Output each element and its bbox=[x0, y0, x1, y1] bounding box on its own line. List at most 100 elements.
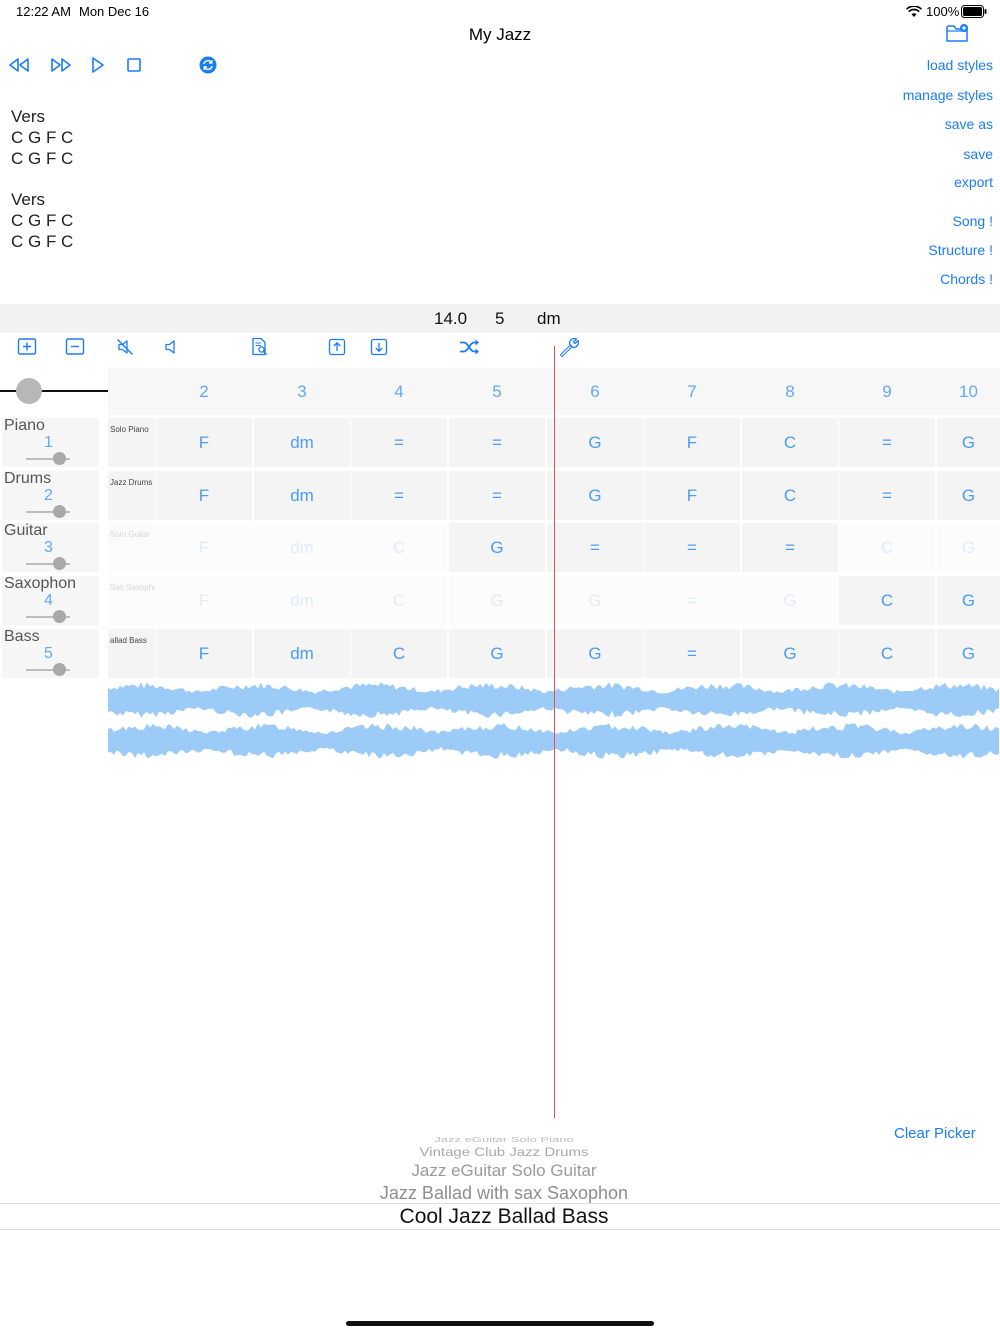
chord-cell[interactable]: = bbox=[644, 523, 740, 572]
bar-number-header[interactable]: 6 bbox=[547, 368, 643, 415]
chord-cell[interactable]: dm bbox=[254, 629, 350, 678]
chord-line: C G F C bbox=[11, 232, 74, 251]
bar-number-header[interactable]: 8 bbox=[742, 368, 838, 415]
chord-cell[interactable]: G bbox=[449, 576, 545, 625]
stop-button[interactable] bbox=[121, 52, 147, 78]
track-name: Piano bbox=[4, 417, 45, 434]
chord-cell[interactable]: G bbox=[742, 629, 838, 678]
zoom-slider[interactable] bbox=[0, 376, 108, 406]
chord-cell[interactable]: dm bbox=[254, 471, 350, 520]
download-button[interactable] bbox=[366, 334, 392, 360]
chord-cell[interactable]: G bbox=[547, 576, 643, 625]
add-button[interactable] bbox=[14, 334, 40, 360]
chord-cell[interactable]: G bbox=[742, 576, 838, 625]
chord-cell[interactable]: C bbox=[351, 629, 447, 678]
chord-cell[interactable]: = bbox=[742, 523, 838, 572]
chord-cell[interactable]: G bbox=[937, 576, 1000, 625]
bar-number-header[interactable]: 7 bbox=[644, 368, 740, 415]
bar-number-header[interactable]: 3 bbox=[254, 368, 350, 415]
loop-button[interactable] bbox=[195, 52, 221, 78]
chord-cell[interactable]: dm bbox=[254, 576, 350, 625]
folder-add-icon[interactable] bbox=[946, 24, 970, 48]
track-volume-thumb[interactable] bbox=[53, 663, 66, 676]
bar-number-header[interactable]: 4 bbox=[351, 368, 447, 415]
chord-cell[interactable]: G bbox=[547, 471, 643, 520]
chord-cell[interactable]: C bbox=[839, 576, 935, 625]
chord-cell[interactable]: G bbox=[937, 629, 1000, 678]
track-style-chord bbox=[108, 488, 112, 502]
chord-cell[interactable]: dm bbox=[254, 418, 350, 467]
wrench-icon bbox=[560, 337, 580, 357]
chord-cell[interactable]: = bbox=[449, 471, 545, 520]
picker-item-selected[interactable]: Cool Jazz Ballad Bass bbox=[0, 1205, 1000, 1229]
chord-cell[interactable]: = bbox=[351, 471, 447, 520]
settings-wrench-button[interactable] bbox=[557, 334, 583, 360]
remove-button[interactable] bbox=[62, 334, 88, 360]
chord-cell[interactable]: F bbox=[156, 418, 252, 467]
track-volume-thumb[interactable] bbox=[53, 505, 66, 518]
style-picker[interactable]: Jazz eGuitar Solo Piano Vintage Club Jaz… bbox=[0, 1130, 1000, 1240]
chord-cell[interactable]: = bbox=[839, 418, 935, 467]
fast-forward-button[interactable] bbox=[48, 52, 74, 78]
save-link[interactable]: save bbox=[963, 146, 993, 162]
chord-cell[interactable]: G bbox=[937, 523, 1000, 572]
add-square-icon bbox=[17, 338, 37, 355]
chord-cell[interactable]: C bbox=[839, 629, 935, 678]
song-text[interactable]: Vers C G F C C G F C Vers C G F C C G F … bbox=[11, 106, 73, 252]
chord-cell[interactable]: dm bbox=[254, 523, 350, 572]
export-link[interactable]: export bbox=[954, 174, 993, 190]
picker-item[interactable]: Jazz eGuitar Solo Guitar bbox=[0, 1161, 1000, 1181]
save-as-link[interactable]: save as bbox=[945, 116, 993, 132]
picker-item[interactable]: Jazz Ballad with sax Saxophon bbox=[0, 1183, 1000, 1204]
chord-cell[interactable]: G bbox=[937, 418, 1000, 467]
chord-cell[interactable]: G bbox=[547, 629, 643, 678]
chord-cell[interactable]: = bbox=[449, 418, 545, 467]
bar-number-header[interactable]: 9 bbox=[839, 368, 935, 415]
chords-link[interactable]: Chords ! bbox=[940, 271, 993, 287]
play-button[interactable] bbox=[85, 52, 111, 78]
shuffle-button[interactable] bbox=[457, 334, 483, 360]
manage-styles-link[interactable]: manage styles bbox=[903, 87, 993, 103]
track-volume-thumb[interactable] bbox=[53, 557, 66, 570]
song-link[interactable]: Song ! bbox=[953, 213, 993, 229]
chord-cell[interactable]: C bbox=[351, 576, 447, 625]
picker-item[interactable]: Jazz eGuitar Solo Piano bbox=[0, 1135, 1000, 1143]
chord-cell[interactable]: = bbox=[547, 523, 643, 572]
chord-cell[interactable]: C bbox=[351, 523, 447, 572]
rewind-button[interactable] bbox=[6, 52, 32, 78]
chord-cell[interactable]: = bbox=[839, 471, 935, 520]
playhead[interactable] bbox=[554, 346, 555, 1118]
chord-cell[interactable]: = bbox=[351, 418, 447, 467]
speaker-button[interactable] bbox=[158, 334, 184, 360]
structure-link[interactable]: Structure ! bbox=[928, 242, 993, 258]
speaker-icon bbox=[165, 340, 175, 354]
bar-number-header[interactable]: 10 bbox=[937, 368, 1000, 415]
chord-cell[interactable]: F bbox=[156, 576, 252, 625]
chord-cell[interactable]: F bbox=[156, 523, 252, 572]
chord-cell[interactable]: G bbox=[449, 523, 545, 572]
chord-cell[interactable]: G bbox=[547, 418, 643, 467]
track-volume-thumb[interactable] bbox=[53, 452, 66, 465]
chord-cell[interactable]: F bbox=[644, 471, 740, 520]
bar-number-header[interactable]: 2 bbox=[156, 368, 252, 415]
fast-forward-icon bbox=[51, 58, 71, 72]
zoom-slider-thumb[interactable] bbox=[16, 378, 42, 404]
track-volume-thumb[interactable] bbox=[53, 610, 66, 623]
chord-cell[interactable]: G bbox=[449, 629, 545, 678]
chord-cell[interactable]: F bbox=[156, 471, 252, 520]
chord-cell[interactable]: F bbox=[156, 629, 252, 678]
track-number: 2 bbox=[44, 487, 53, 504]
chord-cell[interactable]: G bbox=[937, 471, 1000, 520]
picker-item[interactable]: Vintage Club Jazz Drums bbox=[0, 1146, 1000, 1160]
chord-cell[interactable]: C bbox=[742, 471, 838, 520]
chord-cell[interactable]: C bbox=[839, 523, 935, 572]
chord-cell[interactable]: = bbox=[644, 576, 740, 625]
upload-button[interactable] bbox=[324, 334, 350, 360]
mute-button[interactable] bbox=[112, 334, 138, 360]
chord-cell[interactable]: = bbox=[644, 629, 740, 678]
chord-cell[interactable]: F bbox=[644, 418, 740, 467]
doc-search-button[interactable] bbox=[247, 334, 273, 360]
chord-cell[interactable]: C bbox=[742, 418, 838, 467]
load-styles-link[interactable]: load styles bbox=[927, 57, 993, 73]
bar-number-header[interactable]: 5 bbox=[449, 368, 545, 415]
